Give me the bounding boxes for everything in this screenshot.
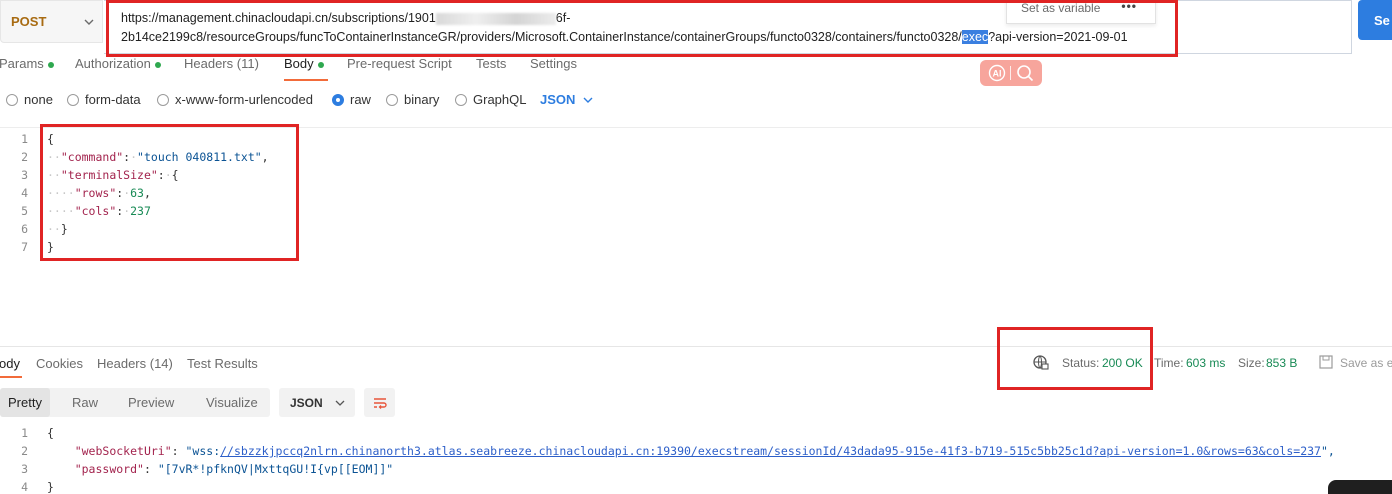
time-value[interactable]: 603 ms bbox=[1186, 356, 1225, 370]
radio-circle bbox=[67, 93, 79, 106]
annotation-box-status bbox=[997, 327, 1153, 390]
annotation-box-url bbox=[106, 0, 1178, 57]
line-number: 2 bbox=[21, 150, 28, 164]
divider bbox=[0, 346, 1392, 347]
method-select[interactable]: POST bbox=[0, 0, 103, 43]
websocket-uri-link[interactable]: //sbzzkjpccq2nlrn.chinanorth3.atlas.seab… bbox=[220, 444, 1321, 458]
response-format-tabs: Pretty Raw Preview Visualize bbox=[0, 388, 270, 417]
body-language-label: JSON bbox=[540, 92, 576, 107]
radio-binary[interactable]: binary bbox=[386, 92, 439, 107]
floating-widget[interactable] bbox=[1328, 480, 1392, 494]
json-value: "wss: bbox=[185, 444, 221, 458]
tab-pre-request-script[interactable]: Pre-request Script bbox=[347, 56, 452, 71]
line-number: 1 bbox=[21, 426, 28, 440]
tab-label: Headers (11) bbox=[184, 56, 259, 71]
radio-circle bbox=[386, 93, 398, 106]
line-number: 7 bbox=[21, 240, 28, 254]
format-preview[interactable]: Preview bbox=[120, 388, 182, 417]
radio-raw[interactable]: raw bbox=[332, 92, 371, 107]
active-tab-indicator bbox=[284, 79, 328, 81]
chevron-down-icon bbox=[583, 97, 593, 103]
radio-label: raw bbox=[350, 92, 371, 107]
json-key: "password" bbox=[74, 462, 144, 476]
tab-headers[interactable]: Headers (11) bbox=[184, 56, 259, 71]
tab-authorization[interactable]: Authorization bbox=[75, 56, 161, 71]
tab-response-body[interactable]: ody bbox=[0, 356, 20, 371]
radio-label: none bbox=[24, 92, 53, 107]
radio-circle bbox=[157, 93, 169, 106]
code-line: } bbox=[47, 480, 54, 494]
tab-response-headers[interactable]: Headers (14) bbox=[97, 356, 173, 371]
search-icon[interactable] bbox=[1016, 64, 1034, 82]
active-dot-icon bbox=[154, 61, 161, 68]
line-number: 3 bbox=[21, 462, 28, 476]
send-button[interactable]: Se bbox=[1358, 0, 1392, 40]
format-visualize[interactable]: Visualize bbox=[198, 388, 266, 417]
save-as-example-button[interactable]: Save as e bbox=[1340, 356, 1392, 370]
line-number: 4 bbox=[21, 480, 28, 494]
line-number: 3 bbox=[21, 168, 28, 182]
radio-label: form-data bbox=[85, 92, 141, 107]
response-language-select[interactable]: JSON bbox=[279, 388, 355, 417]
radio-circle-selected bbox=[332, 93, 344, 106]
tab-cookies[interactable]: Cookies bbox=[36, 356, 83, 371]
radio-form-data[interactable]: form-data bbox=[67, 92, 141, 107]
tab-params[interactable]: Params bbox=[0, 56, 54, 71]
chevron-down-icon bbox=[335, 400, 345, 406]
wrap-lines-icon bbox=[373, 397, 387, 409]
body-language-select[interactable]: JSON bbox=[540, 92, 593, 107]
format-raw[interactable]: Raw bbox=[64, 388, 106, 417]
json-value: ", bbox=[1320, 444, 1335, 458]
tab-body[interactable]: Body bbox=[284, 56, 324, 71]
annotation-box-body bbox=[40, 124, 299, 261]
radio-graphql[interactable]: GraphQL bbox=[455, 92, 526, 107]
format-pretty[interactable]: Pretty bbox=[0, 388, 50, 417]
ai-tools-pill[interactable]: AI bbox=[980, 60, 1042, 86]
radio-label: x-www-form-urlencoded bbox=[175, 92, 313, 107]
radio-circle bbox=[6, 93, 18, 106]
tab-label: Params bbox=[0, 56, 44, 71]
svg-text:AI: AI bbox=[993, 69, 1002, 79]
response-language-label: JSON bbox=[290, 395, 323, 410]
tab-label: Authorization bbox=[75, 56, 151, 71]
json-key: "webSocketUri" bbox=[74, 444, 172, 458]
size-label: Size: bbox=[1238, 356, 1265, 370]
wrap-lines-button[interactable] bbox=[364, 388, 395, 417]
tab-label: Body bbox=[284, 56, 314, 71]
code-line: "webSocketUri": "wss://sbzzkjpccq2nlrn.c… bbox=[74, 444, 1335, 458]
line-number: 5 bbox=[21, 204, 28, 218]
ai-icon[interactable]: AI bbox=[988, 64, 1006, 82]
active-dot-icon bbox=[317, 61, 324, 68]
radio-label: binary bbox=[404, 92, 440, 107]
save-icon[interactable] bbox=[1318, 354, 1334, 370]
tab-tests[interactable]: Tests bbox=[476, 56, 506, 71]
tab-settings[interactable]: Settings bbox=[530, 56, 577, 71]
radio-circle bbox=[455, 93, 467, 106]
tab-label: Pre-request Script bbox=[347, 56, 452, 71]
line-number: 2 bbox=[21, 444, 28, 458]
line-number: 6 bbox=[21, 222, 28, 236]
tab-label: Settings bbox=[530, 56, 577, 71]
chevron-down-icon bbox=[84, 19, 94, 25]
active-tab-indicator bbox=[0, 376, 22, 378]
time-label: Time: bbox=[1154, 356, 1184, 370]
radio-x-www-form-urlencoded[interactable]: x-www-form-urlencoded bbox=[157, 92, 313, 107]
radio-none[interactable]: none bbox=[6, 92, 53, 107]
size-value[interactable]: 853 B bbox=[1266, 356, 1297, 370]
code-line: { bbox=[47, 426, 54, 440]
active-dot-icon bbox=[47, 61, 54, 68]
line-number: 4 bbox=[21, 186, 28, 200]
tab-label: Tests bbox=[476, 56, 507, 71]
divider bbox=[1010, 66, 1012, 80]
tab-test-results[interactable]: Test Results bbox=[187, 356, 258, 371]
method-label: POST bbox=[11, 14, 47, 29]
json-value: "[7vR*!pfknQV|MxttqGU!I{vp[[EOM]]" bbox=[157, 462, 394, 476]
radio-label: GraphQL bbox=[473, 92, 527, 107]
code-line: "password": "[7vR*!pfknQV|MxttqGU!I{vp[[… bbox=[74, 462, 394, 476]
line-number: 1 bbox=[21, 132, 28, 146]
